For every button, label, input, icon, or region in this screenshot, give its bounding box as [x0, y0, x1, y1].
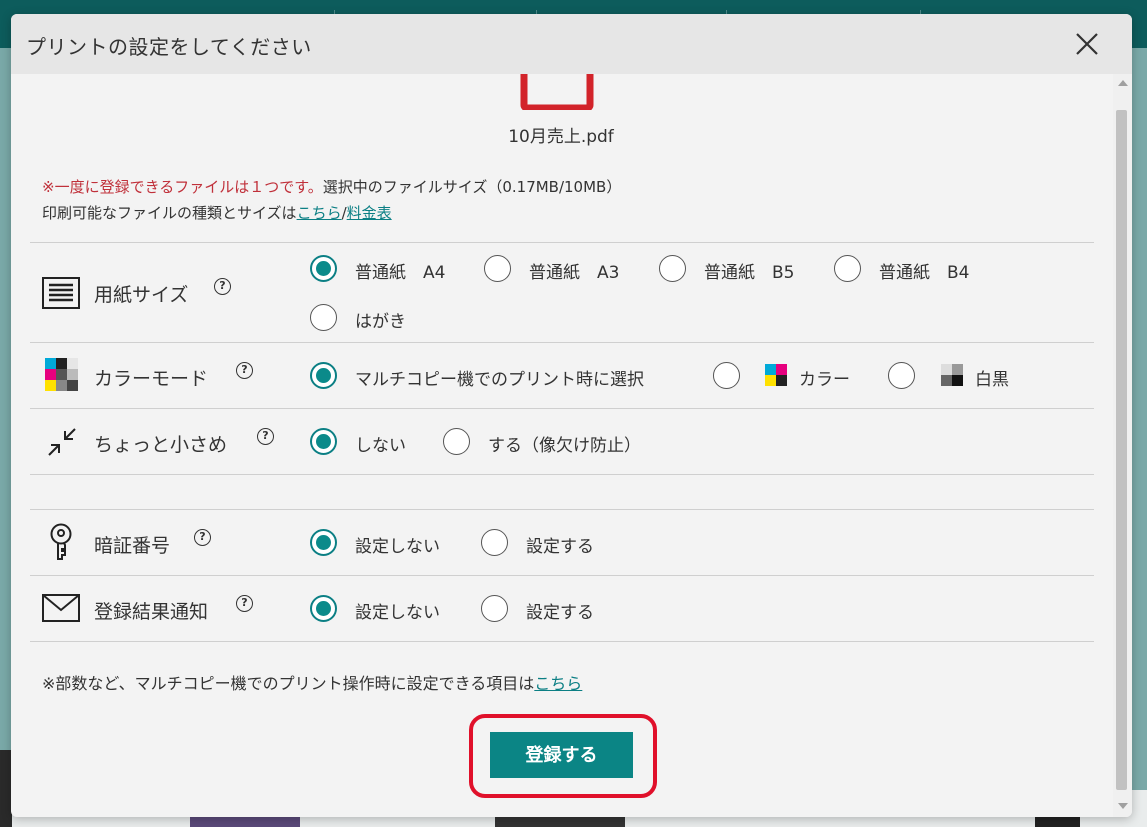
footer-note-text: ※部数など、マルチコピー機でのプリント操作時に設定できる項目は	[42, 674, 535, 693]
color-mode-help-icon[interactable]: ?	[236, 362, 253, 379]
paper-size-option-b5: 普通紙 B5	[704, 263, 795, 283]
envelope-icon	[42, 594, 80, 622]
paper-size-option-a3: 普通紙 A3	[529, 263, 620, 283]
divider	[30, 509, 1094, 510]
paper-size-help-icon[interactable]: ?	[214, 278, 231, 295]
notification-label: 登録結果通知	[94, 601, 209, 623]
paper-size-icon	[42, 277, 80, 309]
one-file-warning: ※一度に登録できるファイルは１つです。	[42, 178, 323, 196]
shrink-option-yes: する（像欠け防止）	[488, 436, 641, 456]
pin-help-icon[interactable]: ?	[194, 529, 211, 546]
dialog-title: プリントの設定をしてください	[26, 35, 312, 59]
paper-size-radio-a3[interactable]	[484, 255, 511, 282]
paper-size-option-postcard: はがき	[355, 312, 406, 332]
notification-help-icon[interactable]: ?	[236, 595, 253, 612]
color-mode-radio-color[interactable]	[713, 362, 740, 389]
file-types-text: 印刷可能なファイルの種類とサイズは	[42, 204, 297, 222]
paper-size-label: 用紙サイズ	[94, 284, 189, 306]
shrink-arrows-icon	[48, 428, 76, 456]
paper-size-option-b4: 普通紙 B4	[879, 263, 970, 283]
file-types-link[interactable]: こちら	[297, 204, 342, 222]
notification-option-on: 設定する	[526, 603, 594, 623]
color-mode-option-mono: 白黒	[975, 370, 1009, 390]
dialog-scrollbar[interactable]	[1113, 74, 1132, 817]
file-name: 10月売上.pdf	[508, 127, 614, 147]
scroll-down-arrow-icon[interactable]	[1118, 803, 1128, 809]
file-size-info: 選択中のファイルサイズ（0.17MB/10MB）	[322, 178, 622, 196]
color-icon	[765, 364, 787, 386]
paper-size-radio-a4[interactable]	[310, 255, 337, 282]
notification-radio-on[interactable]	[481, 595, 508, 622]
shrink-option-no: しない	[355, 436, 406, 456]
pin-radio-off[interactable]	[310, 529, 337, 556]
color-mode-option-at-print: マルチコピー機でのプリント時に選択	[355, 370, 644, 390]
color-mode-option-color: カラー	[799, 370, 850, 390]
print-settings-dialog: 10月売上.pdf ※一度に登録できるファイルは１つです。選択中のファイルサイズ…	[11, 14, 1132, 817]
shrink-radio-no[interactable]	[310, 428, 337, 455]
divider	[30, 342, 1094, 343]
paper-size-radio-postcard[interactable]	[310, 304, 337, 331]
close-icon[interactable]	[1073, 30, 1101, 58]
color-mode-label: カラーモード	[94, 368, 209, 390]
paper-size-radio-b4[interactable]	[834, 255, 861, 282]
file-limit-notice: ※一度に登録できるファイルは１つです。選択中のファイルサイズ（0.17MB/10…	[42, 176, 621, 197]
shrink-help-icon[interactable]: ?	[257, 428, 274, 445]
dialog-body: 10月売上.pdf ※一度に登録できるファイルは１つです。選択中のファイルサイズ…	[11, 14, 1111, 817]
color-mode-radio-mono[interactable]	[888, 362, 915, 389]
paper-size-radio-b5[interactable]	[659, 255, 686, 282]
scroll-up-arrow-icon[interactable]	[1118, 80, 1128, 86]
monochrome-icon	[941, 364, 963, 386]
notification-option-off: 設定しない	[355, 603, 440, 623]
footer-note-link[interactable]: こちら	[534, 674, 582, 693]
pin-option-off: 設定しない	[355, 537, 440, 557]
file-types-notice: 印刷可能なファイルの種類とサイズはこちら/料金表	[42, 202, 392, 223]
pin-label: 暗証番号	[94, 535, 171, 557]
divider	[30, 474, 1094, 475]
divider	[30, 408, 1094, 409]
dialog-header: プリントの設定をしてください	[11, 14, 1132, 74]
color-mode-radio-at-print[interactable]	[310, 362, 337, 389]
paper-size-option-a4: 普通紙 A4	[355, 263, 446, 283]
scrollbar-thumb[interactable]	[1116, 110, 1127, 790]
footer-note: ※部数など、マルチコピー機でのプリント操作時に設定できる項目はこちら	[42, 670, 582, 694]
shrink-radio-yes[interactable]	[443, 428, 470, 455]
divider	[30, 575, 1094, 576]
shrink-label: ちょっと小さめ	[94, 434, 228, 456]
price-list-link[interactable]: 料金表	[347, 204, 392, 222]
notification-radio-off[interactable]	[310, 595, 337, 622]
cmyk-color-icon	[45, 358, 78, 391]
divider	[30, 641, 1094, 642]
register-button[interactable]: 登録する	[490, 732, 633, 778]
divider	[30, 242, 1094, 243]
pin-option-on: 設定する	[526, 537, 594, 557]
key-icon	[50, 523, 72, 560]
pin-radio-on[interactable]	[481, 529, 508, 556]
